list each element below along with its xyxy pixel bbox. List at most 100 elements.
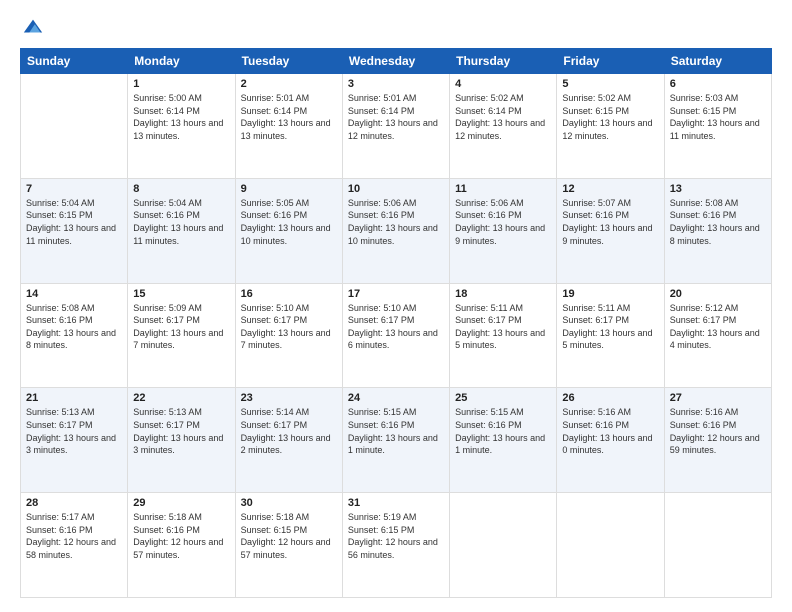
calendar-cell: 23 Sunrise: 5:14 AM Sunset: 6:17 PM Dayl…	[235, 388, 342, 493]
day-number: 5	[562, 78, 658, 90]
day-number: 21	[26, 392, 122, 404]
calendar-cell	[21, 74, 128, 179]
day-info: Sunrise: 5:10 AM Sunset: 6:17 PM Dayligh…	[348, 302, 444, 352]
day-number: 29	[133, 497, 229, 509]
day-info: Sunrise: 5:06 AM Sunset: 6:16 PM Dayligh…	[348, 197, 444, 247]
day-info: Sunrise: 5:11 AM Sunset: 6:17 PM Dayligh…	[455, 302, 551, 352]
calendar-cell: 14 Sunrise: 5:08 AM Sunset: 6:16 PM Dayl…	[21, 283, 128, 388]
day-number: 15	[133, 288, 229, 300]
day-info: Sunrise: 5:13 AM Sunset: 6:17 PM Dayligh…	[26, 406, 122, 456]
logo-icon	[22, 16, 44, 38]
calendar-cell: 29 Sunrise: 5:18 AM Sunset: 6:16 PM Dayl…	[128, 493, 235, 598]
day-number: 31	[348, 497, 444, 509]
day-info: Sunrise: 5:08 AM Sunset: 6:16 PM Dayligh…	[670, 197, 766, 247]
day-info: Sunrise: 5:15 AM Sunset: 6:16 PM Dayligh…	[455, 406, 551, 456]
day-info: Sunrise: 5:14 AM Sunset: 6:17 PM Dayligh…	[241, 406, 337, 456]
calendar-cell: 12 Sunrise: 5:07 AM Sunset: 6:16 PM Dayl…	[557, 178, 664, 283]
calendar-cell: 9 Sunrise: 5:05 AM Sunset: 6:16 PM Dayli…	[235, 178, 342, 283]
calendar-table: Sunday Monday Tuesday Wednesday Thursday…	[20, 48, 772, 598]
day-number: 10	[348, 183, 444, 195]
day-number: 24	[348, 392, 444, 404]
day-number: 19	[562, 288, 658, 300]
day-number: 3	[348, 78, 444, 90]
header-wednesday: Wednesday	[342, 49, 449, 74]
day-info: Sunrise: 5:07 AM Sunset: 6:16 PM Dayligh…	[562, 197, 658, 247]
calendar-cell: 1 Sunrise: 5:00 AM Sunset: 6:14 PM Dayli…	[128, 74, 235, 179]
calendar-cell: 10 Sunrise: 5:06 AM Sunset: 6:16 PM Dayl…	[342, 178, 449, 283]
calendar-cell	[664, 493, 771, 598]
calendar-cell: 7 Sunrise: 5:04 AM Sunset: 6:15 PM Dayli…	[21, 178, 128, 283]
calendar-cell: 31 Sunrise: 5:19 AM Sunset: 6:15 PM Dayl…	[342, 493, 449, 598]
calendar-cell: 13 Sunrise: 5:08 AM Sunset: 6:16 PM Dayl…	[664, 178, 771, 283]
calendar-week-row: 21 Sunrise: 5:13 AM Sunset: 6:17 PM Dayl…	[21, 388, 772, 493]
day-number: 28	[26, 497, 122, 509]
day-info: Sunrise: 5:18 AM Sunset: 6:15 PM Dayligh…	[241, 511, 337, 561]
day-info: Sunrise: 5:11 AM Sunset: 6:17 PM Dayligh…	[562, 302, 658, 352]
day-info: Sunrise: 5:15 AM Sunset: 6:16 PM Dayligh…	[348, 406, 444, 456]
calendar-cell: 8 Sunrise: 5:04 AM Sunset: 6:16 PM Dayli…	[128, 178, 235, 283]
calendar-week-row: 14 Sunrise: 5:08 AM Sunset: 6:16 PM Dayl…	[21, 283, 772, 388]
day-info: Sunrise: 5:16 AM Sunset: 6:16 PM Dayligh…	[562, 406, 658, 456]
calendar-cell: 27 Sunrise: 5:16 AM Sunset: 6:16 PM Dayl…	[664, 388, 771, 493]
day-info: Sunrise: 5:06 AM Sunset: 6:16 PM Dayligh…	[455, 197, 551, 247]
day-info: Sunrise: 5:18 AM Sunset: 6:16 PM Dayligh…	[133, 511, 229, 561]
day-info: Sunrise: 5:17 AM Sunset: 6:16 PM Dayligh…	[26, 511, 122, 561]
calendar-cell: 28 Sunrise: 5:17 AM Sunset: 6:16 PM Dayl…	[21, 493, 128, 598]
day-number: 23	[241, 392, 337, 404]
day-number: 22	[133, 392, 229, 404]
calendar-cell: 4 Sunrise: 5:02 AM Sunset: 6:14 PM Dayli…	[450, 74, 557, 179]
day-info: Sunrise: 5:02 AM Sunset: 6:15 PM Dayligh…	[562, 92, 658, 142]
header-monday: Monday	[128, 49, 235, 74]
calendar-cell: 2 Sunrise: 5:01 AM Sunset: 6:14 PM Dayli…	[235, 74, 342, 179]
day-number: 11	[455, 183, 551, 195]
day-info: Sunrise: 5:04 AM Sunset: 6:15 PM Dayligh…	[26, 197, 122, 247]
day-info: Sunrise: 5:09 AM Sunset: 6:17 PM Dayligh…	[133, 302, 229, 352]
calendar-cell: 11 Sunrise: 5:06 AM Sunset: 6:16 PM Dayl…	[450, 178, 557, 283]
day-number: 30	[241, 497, 337, 509]
day-info: Sunrise: 5:10 AM Sunset: 6:17 PM Dayligh…	[241, 302, 337, 352]
calendar-week-row: 28 Sunrise: 5:17 AM Sunset: 6:16 PM Dayl…	[21, 493, 772, 598]
day-info: Sunrise: 5:13 AM Sunset: 6:17 PM Dayligh…	[133, 406, 229, 456]
day-info: Sunrise: 5:05 AM Sunset: 6:16 PM Dayligh…	[241, 197, 337, 247]
day-number: 13	[670, 183, 766, 195]
calendar-cell: 26 Sunrise: 5:16 AM Sunset: 6:16 PM Dayl…	[557, 388, 664, 493]
calendar-cell: 21 Sunrise: 5:13 AM Sunset: 6:17 PM Dayl…	[21, 388, 128, 493]
day-number: 18	[455, 288, 551, 300]
day-info: Sunrise: 5:19 AM Sunset: 6:15 PM Dayligh…	[348, 511, 444, 561]
calendar-cell: 3 Sunrise: 5:01 AM Sunset: 6:14 PM Dayli…	[342, 74, 449, 179]
day-number: 26	[562, 392, 658, 404]
calendar-week-row: 1 Sunrise: 5:00 AM Sunset: 6:14 PM Dayli…	[21, 74, 772, 179]
day-info: Sunrise: 5:16 AM Sunset: 6:16 PM Dayligh…	[670, 406, 766, 456]
calendar-cell: 15 Sunrise: 5:09 AM Sunset: 6:17 PM Dayl…	[128, 283, 235, 388]
day-number: 20	[670, 288, 766, 300]
header-sunday: Sunday	[21, 49, 128, 74]
day-number: 17	[348, 288, 444, 300]
header-friday: Friday	[557, 49, 664, 74]
calendar-cell: 24 Sunrise: 5:15 AM Sunset: 6:16 PM Dayl…	[342, 388, 449, 493]
day-info: Sunrise: 5:01 AM Sunset: 6:14 PM Dayligh…	[348, 92, 444, 142]
day-number: 27	[670, 392, 766, 404]
day-info: Sunrise: 5:02 AM Sunset: 6:14 PM Dayligh…	[455, 92, 551, 142]
day-number: 25	[455, 392, 551, 404]
day-number: 6	[670, 78, 766, 90]
day-info: Sunrise: 5:04 AM Sunset: 6:16 PM Dayligh…	[133, 197, 229, 247]
day-number: 14	[26, 288, 122, 300]
header-thursday: Thursday	[450, 49, 557, 74]
calendar-cell: 6 Sunrise: 5:03 AM Sunset: 6:15 PM Dayli…	[664, 74, 771, 179]
day-info: Sunrise: 5:03 AM Sunset: 6:15 PM Dayligh…	[670, 92, 766, 142]
calendar-cell	[557, 493, 664, 598]
day-info: Sunrise: 5:12 AM Sunset: 6:17 PM Dayligh…	[670, 302, 766, 352]
day-number: 16	[241, 288, 337, 300]
day-number: 8	[133, 183, 229, 195]
day-info: Sunrise: 5:00 AM Sunset: 6:14 PM Dayligh…	[133, 92, 229, 142]
calendar-cell: 16 Sunrise: 5:10 AM Sunset: 6:17 PM Dayl…	[235, 283, 342, 388]
weekday-header-row: Sunday Monday Tuesday Wednesday Thursday…	[21, 49, 772, 74]
header	[20, 18, 772, 38]
calendar-week-row: 7 Sunrise: 5:04 AM Sunset: 6:15 PM Dayli…	[21, 178, 772, 283]
calendar-cell: 30 Sunrise: 5:18 AM Sunset: 6:15 PM Dayl…	[235, 493, 342, 598]
calendar-cell: 25 Sunrise: 5:15 AM Sunset: 6:16 PM Dayl…	[450, 388, 557, 493]
logo	[20, 18, 44, 38]
calendar-cell: 22 Sunrise: 5:13 AM Sunset: 6:17 PM Dayl…	[128, 388, 235, 493]
calendar-cell	[450, 493, 557, 598]
day-number: 9	[241, 183, 337, 195]
